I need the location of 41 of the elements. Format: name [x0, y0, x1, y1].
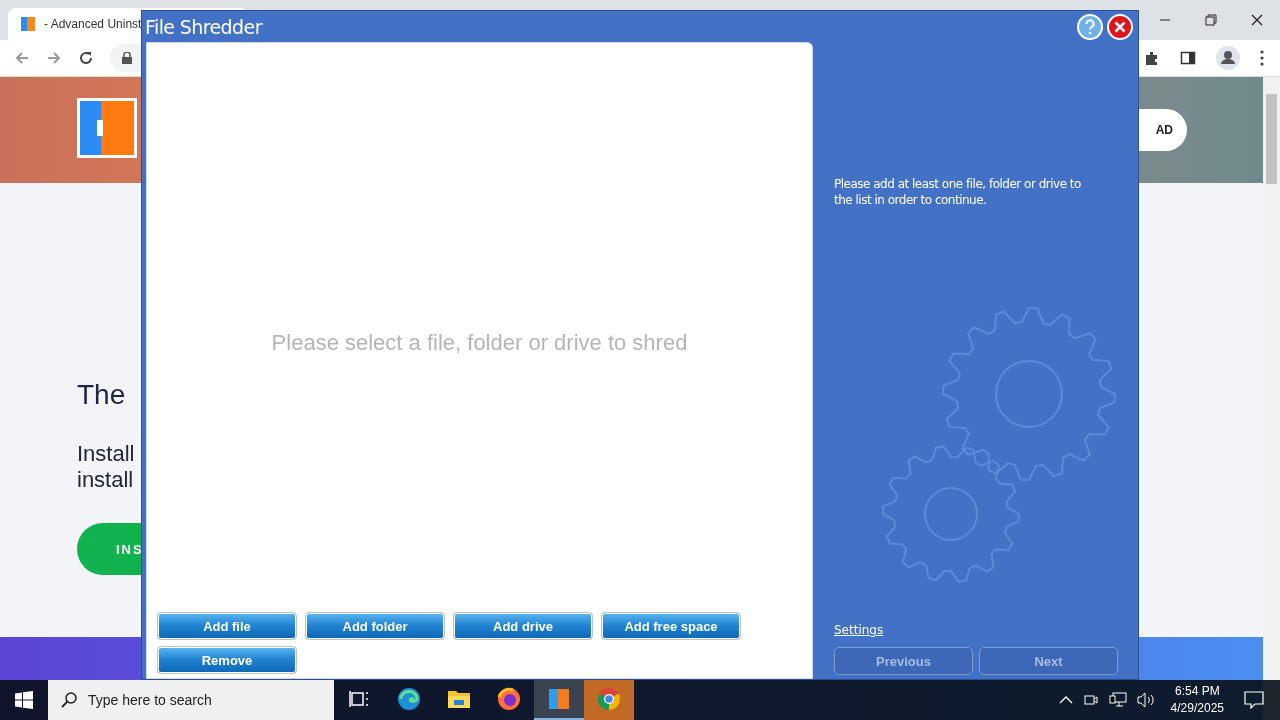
- volume-icon[interactable]: [1136, 692, 1157, 708]
- date-text: 4/29/2025: [1170, 700, 1224, 717]
- chevron-up-icon[interactable]: [1058, 695, 1073, 705]
- settings-link[interactable]: Settings: [834, 623, 884, 637]
- close-icon[interactable]: [1251, 14, 1263, 26]
- empty-message: Please select a file, folder or drive to shred: [271, 329, 688, 356]
- extensions-icon[interactable]: [1144, 50, 1160, 66]
- menu-icon[interactable]: [1260, 50, 1264, 66]
- app-logo-icon: [548, 688, 570, 710]
- clock[interactable]: 6:54 PM 4/29/2025: [1170, 683, 1224, 717]
- page-text: install: [77, 467, 135, 493]
- time-text: 6:54 PM: [1174, 683, 1220, 700]
- hint-text: Please add at least one file, folder or drive to the list in order to continue.: [834, 176, 1082, 208]
- firefox-icon: [497, 687, 521, 711]
- network-icon[interactable]: [1108, 692, 1127, 708]
- camera-icon[interactable]: [1082, 692, 1099, 708]
- lock-icon: [122, 52, 132, 64]
- browser-icon: [397, 687, 421, 711]
- profile-icon[interactable]: [1216, 46, 1240, 70]
- notification-icon[interactable]: [1244, 691, 1264, 709]
- app-logo-icon: [20, 16, 36, 32]
- add-button[interactable]: Add folder: [305, 612, 445, 640]
- page-text: Install: [77, 441, 136, 467]
- help-icon[interactable]: [1077, 13, 1103, 40]
- back-icon[interactable]: [14, 50, 30, 66]
- add-button[interactable]: Add free space: [601, 612, 741, 640]
- restore-icon[interactable]: [1205, 14, 1217, 26]
- add-button[interactable]: Add drive: [453, 612, 593, 640]
- side-panel-icon[interactable]: [1180, 50, 1196, 66]
- app-logo-icon: [77, 98, 137, 158]
- page-heading: The: [77, 379, 127, 411]
- task-view-icon: [349, 690, 369, 708]
- windows-start-icon[interactable]: [15, 691, 33, 709]
- chrome-icon: [597, 687, 621, 711]
- forward-icon[interactable]: [46, 50, 62, 66]
- remove-button[interactable]: Remove: [157, 646, 297, 674]
- search-icon: [60, 691, 78, 709]
- add-button[interactable]: Add file: [157, 612, 297, 640]
- search-field[interactable]: Type here to search: [48, 680, 334, 720]
- folder-icon: [447, 688, 471, 710]
- reload-icon[interactable]: [78, 50, 94, 66]
